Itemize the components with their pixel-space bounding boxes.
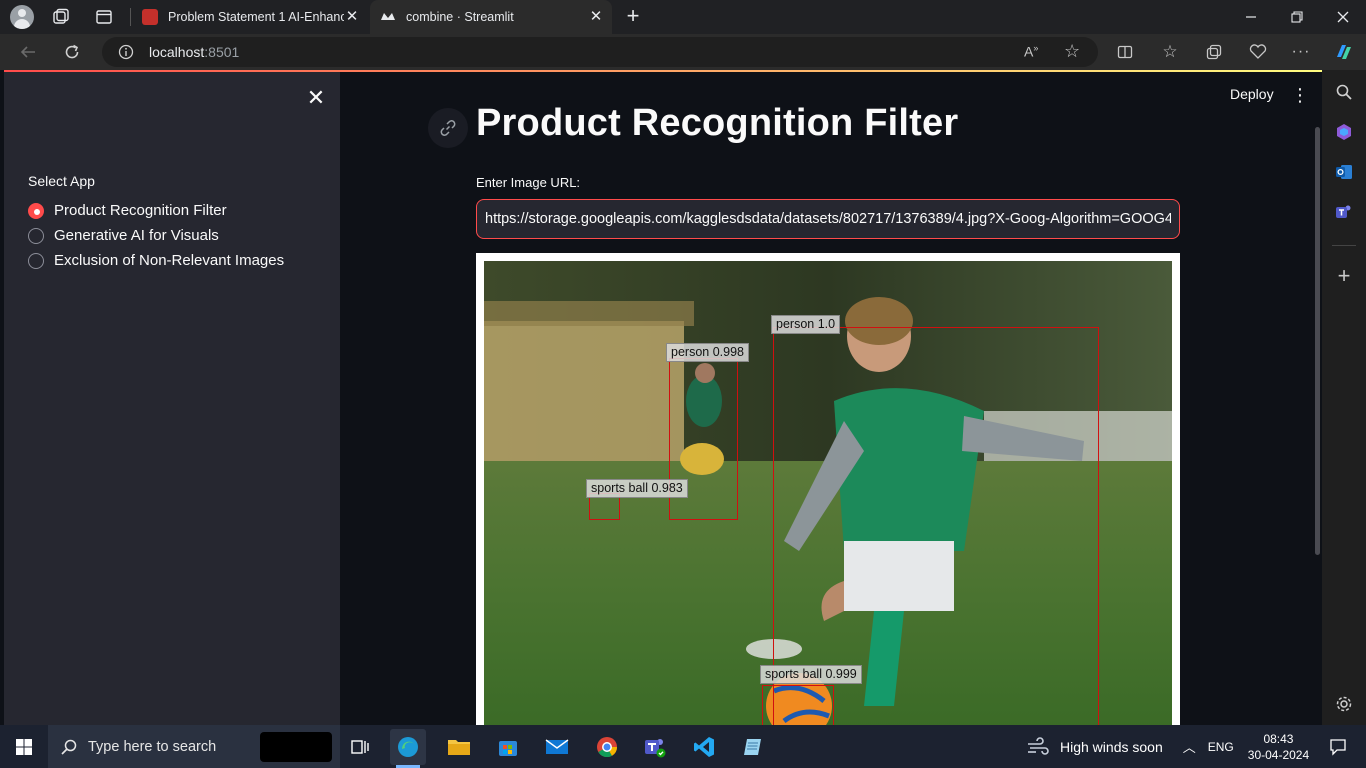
teams-icon[interactable] bbox=[1330, 198, 1358, 226]
teams-taskbar-icon[interactable] bbox=[637, 729, 673, 765]
new-tab-button[interactable]: + bbox=[620, 4, 646, 30]
sidebar-radio-label: Select App bbox=[28, 173, 95, 189]
search-placeholder: Type here to search bbox=[88, 738, 217, 755]
streamlit-app: ✕ Select App Product Recognition Filter … bbox=[4, 70, 1322, 725]
clock-time: 08:43 bbox=[1263, 731, 1294, 746]
radio-label: Exclusion of Non-Relevant Images bbox=[54, 252, 285, 269]
clock[interactable]: 08:43 30-04-2024 bbox=[1248, 731, 1309, 763]
radio-label: Generative AI for Visuals bbox=[54, 227, 219, 244]
sidebar-divider bbox=[1332, 245, 1356, 246]
tab-streamlit[interactable]: combine · Streamlit ✕ bbox=[370, 0, 612, 34]
weather-icon[interactable] bbox=[1026, 736, 1050, 757]
back-arrow-icon[interactable] bbox=[12, 34, 44, 70]
system-tray: High winds soon ︿ ENG 08:43 30-04-2024 bbox=[1026, 725, 1347, 768]
windows-start-icon[interactable] bbox=[6, 729, 42, 765]
edge-sidebar: + bbox=[1322, 70, 1366, 725]
main-menu-icon[interactable]: ⋮ bbox=[1290, 84, 1310, 106]
close-sidebar-icon[interactable]: ✕ bbox=[304, 86, 328, 110]
result-image-frame: person 1.0 person 0.998 sports ball 0.98… bbox=[476, 253, 1180, 725]
image-url-input[interactable] bbox=[476, 199, 1180, 239]
address-bar[interactable]: localhost:8501 A» ☆ bbox=[102, 37, 1098, 67]
read-aloud-icon[interactable]: A» bbox=[1024, 43, 1038, 60]
radio-exclusion[interactable]: Exclusion of Non-Relevant Images bbox=[28, 252, 284, 269]
radio-selected-icon bbox=[28, 202, 44, 219]
scrollbar[interactable] bbox=[1315, 127, 1320, 555]
sidebar-settings-icon[interactable] bbox=[1330, 690, 1358, 718]
main-content: Deploy ⋮ Product Recognition Filter Ente… bbox=[340, 72, 1322, 725]
radio-label: Product Recognition Filter bbox=[54, 202, 227, 219]
microsoft-store-icon[interactable] bbox=[490, 729, 526, 765]
split-screen-icon[interactable] bbox=[1109, 34, 1141, 70]
outlook-icon[interactable] bbox=[1330, 158, 1358, 186]
notepad-icon[interactable] bbox=[735, 729, 771, 765]
more-menu-icon[interactable]: ··· bbox=[1285, 34, 1317, 70]
bbox-label: sports ball 0.999 bbox=[760, 665, 862, 684]
radio-generative-ai[interactable]: Generative AI for Visuals bbox=[28, 227, 219, 244]
vscode-icon[interactable] bbox=[686, 729, 722, 765]
copilot-icon[interactable] bbox=[1328, 34, 1360, 70]
close-tab-icon[interactable]: ✕ bbox=[344, 9, 360, 25]
pdf-icon bbox=[142, 9, 158, 25]
url-input-label: Enter Image URL: bbox=[476, 175, 581, 190]
tab-actions-icon[interactable] bbox=[95, 8, 113, 26]
profile-avatar[interactable] bbox=[10, 5, 34, 29]
mail-icon[interactable] bbox=[539, 729, 575, 765]
task-view-icon[interactable] bbox=[342, 729, 378, 765]
close-window-button[interactable] bbox=[1320, 0, 1366, 34]
search-icon bbox=[60, 738, 78, 756]
tab-divider bbox=[130, 8, 131, 26]
clock-date: 30-04-2024 bbox=[1247, 747, 1310, 762]
search-highlight-icon[interactable] bbox=[260, 732, 332, 762]
link-anchor-icon[interactable] bbox=[428, 108, 468, 148]
edge-taskbar-icon[interactable] bbox=[390, 729, 426, 765]
collections-icon[interactable] bbox=[1198, 34, 1230, 70]
browser-tab-strip: Problem Statement 1 AI-Enhanced ✕ combin… bbox=[0, 0, 1366, 34]
tab-title: Problem Statement 1 AI-Enhanced bbox=[168, 10, 344, 24]
favorites-icon[interactable]: ☆ bbox=[1154, 34, 1186, 70]
weather-text[interactable]: High winds soon bbox=[1060, 739, 1163, 755]
deploy-button[interactable]: Deploy bbox=[1230, 86, 1274, 102]
url-text: localhost:8501 bbox=[149, 44, 240, 60]
chrome-icon[interactable] bbox=[589, 729, 625, 765]
site-info-icon[interactable] bbox=[118, 44, 134, 60]
sidebar: ✕ Select App Product Recognition Filter … bbox=[4, 72, 340, 725]
workspaces-icon[interactable] bbox=[52, 8, 70, 26]
browser-toolbar: localhost:8501 A» ☆ ☆ ··· bbox=[0, 34, 1366, 70]
copilot-sidebar-icon[interactable] bbox=[1330, 118, 1358, 146]
bbox-label: person 1.0 bbox=[771, 315, 841, 334]
bbox-label: person 0.998 bbox=[666, 343, 749, 362]
language-indicator[interactable]: ENG bbox=[1208, 740, 1234, 754]
browser-essentials-icon[interactable] bbox=[1242, 34, 1274, 70]
notifications-icon[interactable] bbox=[1329, 738, 1347, 756]
file-explorer-icon[interactable] bbox=[441, 729, 477, 765]
page-title: Product Recognition Filter bbox=[476, 102, 959, 144]
show-hidden-icons-icon[interactable]: ︿ bbox=[1183, 737, 1196, 756]
windows-taskbar: Type here to search High winds soon ︿ EN… bbox=[0, 725, 1366, 768]
bbox-label: sports ball 0.983 bbox=[586, 479, 688, 498]
radio-unselected-icon bbox=[28, 227, 44, 244]
favorite-star-icon[interactable]: ☆ bbox=[1064, 41, 1080, 62]
search-icon[interactable] bbox=[1330, 78, 1358, 106]
taskbar-search[interactable]: Type here to search bbox=[48, 725, 340, 768]
radio-unselected-icon bbox=[28, 252, 44, 269]
tab-problem-statement[interactable]: Problem Statement 1 AI-Enhanced ✕ bbox=[132, 0, 368, 34]
bbox-sports-ball-main bbox=[762, 685, 834, 725]
restore-button[interactable] bbox=[1274, 0, 1320, 34]
detection-image: person 1.0 person 0.998 sports ball 0.98… bbox=[484, 261, 1172, 725]
radio-product-recognition[interactable]: Product Recognition Filter bbox=[28, 202, 227, 219]
tab-title: combine · Streamlit bbox=[406, 10, 514, 24]
add-sidebar-app-icon[interactable]: + bbox=[1330, 262, 1358, 290]
close-tab-icon[interactable]: ✕ bbox=[588, 9, 604, 25]
refresh-icon[interactable] bbox=[56, 34, 88, 70]
minimize-button[interactable] bbox=[1228, 0, 1274, 34]
streamlit-crown-icon bbox=[380, 9, 396, 25]
